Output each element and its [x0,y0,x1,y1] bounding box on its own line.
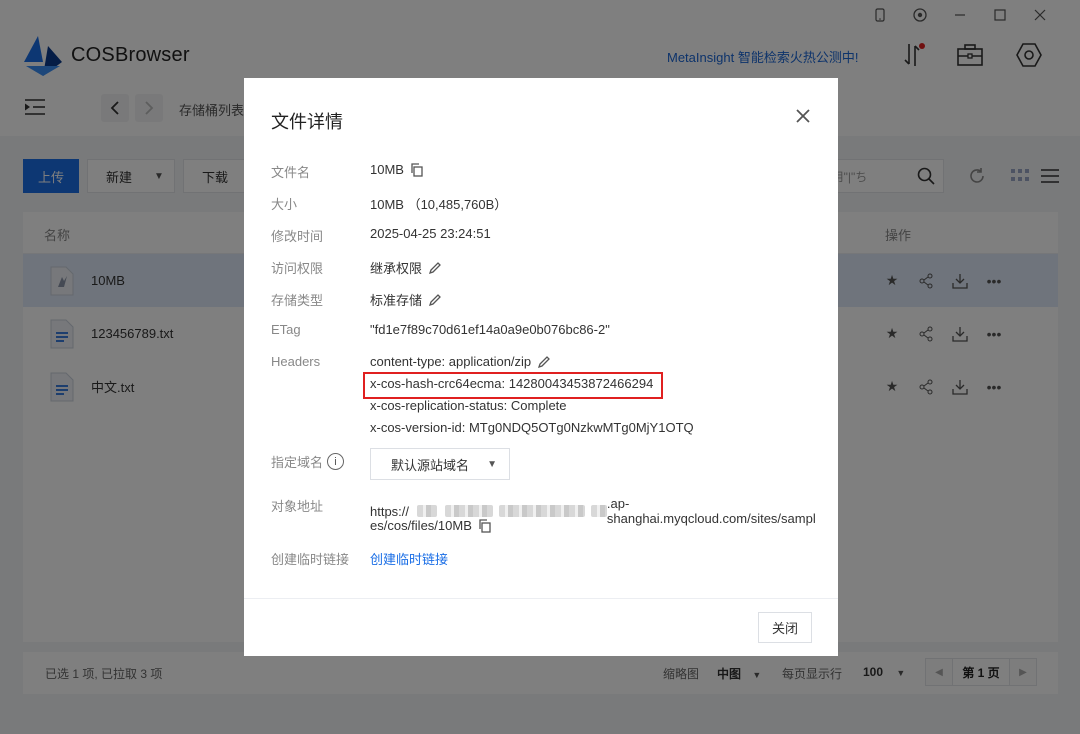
size-value: 10MB （10,485,760B） [370,197,508,212]
mtime-label: 修改时间 [271,229,324,244]
size-label: 大小 [271,197,298,212]
object-url-path: es/cos/files/10MB [370,518,472,533]
dialog-title: 文件详情 [271,112,343,132]
acl-value: 继承权限 [370,261,423,276]
info-icon[interactable]: i [327,453,345,470]
redacted-url-part [498,505,585,517]
temp-link-label: 创建临时链接 [271,552,350,567]
object-url-label: 对象地址 [271,499,324,514]
copy-icon[interactable] [410,162,424,177]
close-icon[interactable] [794,108,812,126]
edit-pencil-icon[interactable] [428,261,442,275]
headers-label: Headers [271,354,321,369]
filename-value: 10MB [370,162,404,177]
etag-label: ETag [271,322,301,337]
header-content-type-text: content-type: application/zip [370,354,532,369]
object-url-line-2: es/cos/files/10MB [370,518,492,533]
caret-down-icon: ▼ [487,458,497,470]
mtime-value: 2025-04-25 23:24:51 [370,226,491,241]
edit-pencil-icon[interactable] [537,355,551,369]
redacted-url-part [590,505,607,517]
copy-icon[interactable] [478,518,492,533]
storage-label: 存储类型 [271,293,324,308]
edit-pencil-icon[interactable] [428,293,442,307]
dialog-divider [244,598,838,599]
redacted-url-part [445,505,493,517]
dialog-close-button[interactable]: 关闭 [758,612,812,643]
domain-select-value: 默认源站域名 [391,457,470,473]
acl-label: 访问权限 [271,261,324,276]
redacted-url-part [417,505,438,517]
header-replication-status: x-cos-replication-status: Complete [370,398,567,413]
header-crc64: x-cos-hash-crc64ecma: 142800434538724662… [370,376,654,391]
domain-label-row: 指定域名 i [271,452,345,471]
etag-value: "fd1e7f89c70d61ef14a0a9e0b076bc86-2" [370,322,610,337]
filename-field: 10MB [370,162,424,177]
storage-field: 标准存储 [370,290,442,309]
create-temp-link[interactable]: 创建临时链接 [370,549,448,568]
filename-label: 文件名 [271,165,311,180]
storage-value: 标准存储 [370,293,423,308]
header-content-type: content-type: application/zip [370,354,551,369]
header-version-id: x-cos-version-id: MTg0NDQ5OTg0NzkwMTg0Mj… [370,420,694,435]
file-details-dialog: 文件详情 文件名 10MB 大小 10MB （10,485,760B） 修改时间… [244,78,838,656]
domain-select[interactable]: 默认源站域名 ▼ [370,448,510,480]
object-url-prefix: https:// [370,503,410,519]
acl-field: 继承权限 [370,258,442,277]
object-url-suffix: .ap-shanghai.myqcloud.com/sites/sampl [606,496,816,526]
domain-label: 指定域名 [271,455,324,470]
